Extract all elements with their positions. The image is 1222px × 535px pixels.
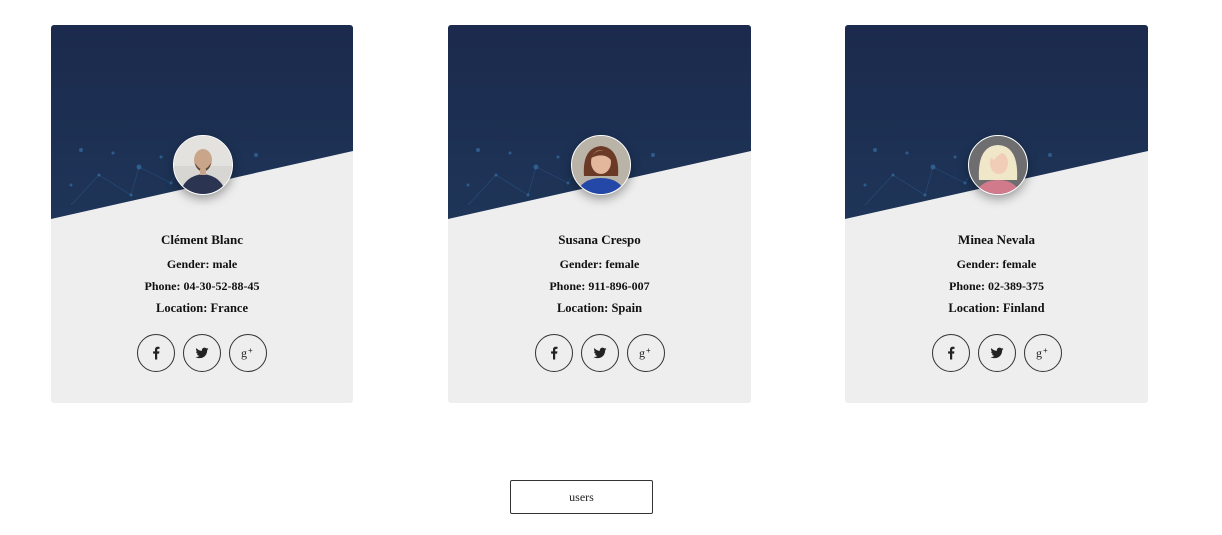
avatar: [967, 135, 1028, 195]
svg-text:+: +: [1043, 346, 1048, 355]
svg-text:+: +: [248, 346, 253, 355]
user-gender: Gender: male: [166, 257, 238, 271]
google-plus-icon: g +: [1036, 346, 1048, 360]
user-card: Minea Nevala Gender: female Phone: 02-38…: [845, 25, 1148, 403]
twitter-button[interactable]: [183, 334, 221, 372]
user-card: Susana Crespo Gender: female Phone: 911-…: [448, 25, 751, 403]
user-card: Clément Blanc Gender: male Phone: 04-30-…: [51, 25, 353, 403]
user-location: Location: France: [156, 301, 248, 315]
twitter-icon: [195, 347, 209, 359]
users-button[interactable]: users: [510, 480, 653, 514]
avatar: [570, 135, 631, 195]
user-gender: Gender: female: [559, 257, 640, 271]
user-name: Susana Crespo: [558, 232, 641, 247]
user-location: Location: Spain: [556, 301, 643, 315]
user-name: Minea Nevala: [958, 232, 1035, 247]
user-phone: Phone: 02-389-375: [949, 279, 1044, 293]
facebook-button[interactable]: [931, 334, 970, 372]
google-plus-button[interactable]: g +: [1023, 334, 1062, 372]
facebook-button[interactable]: [534, 334, 573, 372]
social-links: g +: [448, 334, 751, 372]
google-plus-button[interactable]: g +: [229, 334, 267, 372]
twitter-button[interactable]: [580, 334, 619, 372]
svg-text:g: g: [1036, 346, 1042, 360]
svg-text:g: g: [241, 346, 247, 360]
facebook-icon: [947, 346, 954, 360]
svg-text:+: +: [646, 346, 651, 355]
twitter-button[interactable]: [977, 334, 1016, 372]
google-plus-icon: g +: [241, 346, 253, 360]
user-gender: Gender: female: [956, 257, 1037, 271]
facebook-icon: [153, 346, 160, 360]
facebook-icon: [550, 346, 557, 360]
twitter-icon: [593, 347, 606, 359]
facebook-button[interactable]: [137, 334, 175, 372]
user-info: Susana Crespo Gender: female Phone: 911-…: [448, 232, 751, 322]
google-plus-icon: g +: [639, 346, 651, 360]
google-plus-button[interactable]: g +: [626, 334, 665, 372]
user-name: Clément Blanc: [161, 232, 243, 247]
twitter-icon: [990, 347, 1003, 359]
svg-text:g: g: [639, 346, 645, 360]
social-links: g +: [845, 334, 1148, 372]
user-phone: Phone: 911-896-007: [549, 279, 650, 293]
user-location: Location: Finland: [948, 301, 1045, 315]
avatar: [173, 135, 233, 195]
social-links: g +: [51, 334, 353, 372]
user-info: Clément Blanc Gender: male Phone: 04-30-…: [51, 232, 353, 322]
page: Clément Blanc Gender: male Phone: 04-30-…: [0, 0, 1222, 535]
user-info: Minea Nevala Gender: female Phone: 02-38…: [845, 232, 1148, 322]
user-phone: Phone: 04-30-52-88-45: [144, 279, 260, 293]
